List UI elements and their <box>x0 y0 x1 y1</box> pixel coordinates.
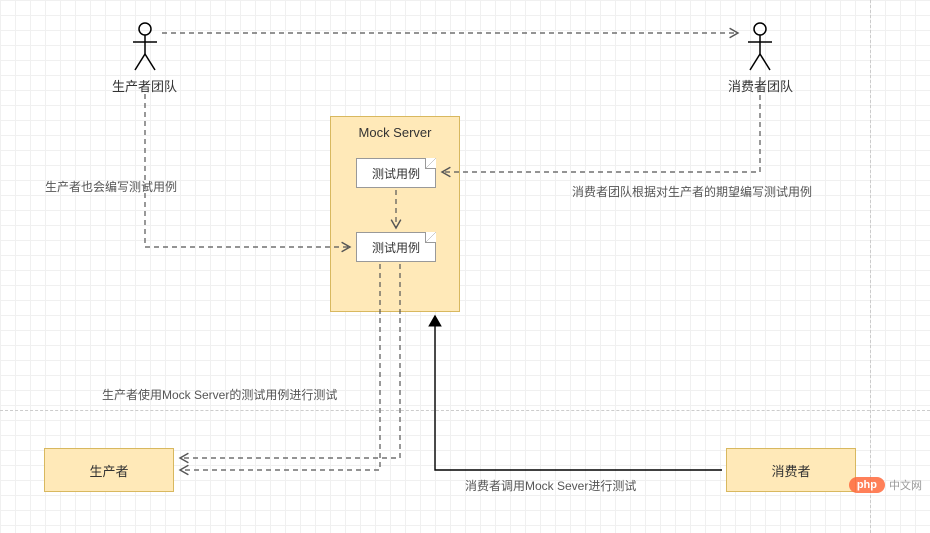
actor-consumer-team <box>745 22 775 72</box>
watermark: php 中文网 <box>849 477 922 493</box>
edge-label-producer-use-mock: 生产者使用Mock Server的测试用例进行测试 <box>102 386 337 403</box>
note-test-case-2: 测试用例 <box>356 232 436 262</box>
note-test-case-1-text: 测试用例 <box>372 165 420 182</box>
guide-line-horizontal <box>0 410 930 411</box>
consumer-label: 消费者 <box>771 461 810 480</box>
actor-producer-team <box>130 22 160 72</box>
actor-consumer-team-label: 消费者团队 <box>728 76 793 95</box>
note-test-case-1: 测试用例 <box>356 158 436 188</box>
producer-box: 生产者 <box>44 448 174 492</box>
consumer-box: 消费者 <box>726 448 856 492</box>
producer-label: 生产者 <box>89 461 128 480</box>
edge-label-consumer-write: 消费者团队根据对生产者的期望编写测试用例 <box>572 183 812 200</box>
note-test-case-2-text: 测试用例 <box>372 239 420 256</box>
watermark-text: 中文网 <box>889 477 922 493</box>
guide-line-vertical <box>870 0 871 533</box>
watermark-badge: php <box>849 477 885 493</box>
mock-server-title: Mock Server <box>331 125 459 140</box>
mock-server-container: Mock Server <box>330 116 460 312</box>
edge-label-producer-write: 生产者也会编写测试用例 <box>45 178 177 195</box>
actor-producer-team-label: 生产者团队 <box>112 76 177 95</box>
edge-label-consumer-call-mock: 消费者调用Mock Sever进行测试 <box>465 477 636 494</box>
